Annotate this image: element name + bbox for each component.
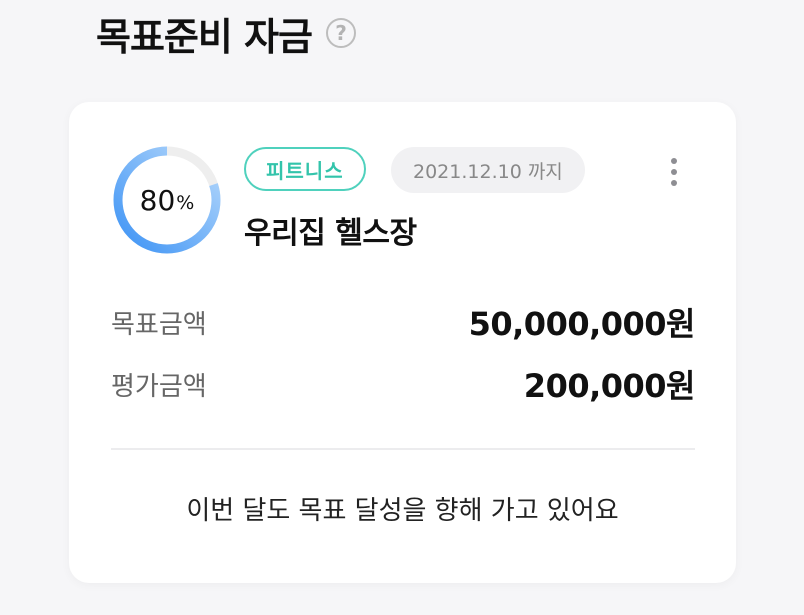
- progress-value: 80: [139, 183, 176, 217]
- encouragement-message: 이번 달도 목표 달성을 향해 가고 있어요: [186, 496, 619, 526]
- section-title: 목표준비 자금: [96, 14, 313, 59]
- help-icon[interactable]: ?: [326, 18, 356, 48]
- goal-name: 우리집 헬스장: [244, 216, 417, 251]
- more-vertical-icon: [671, 158, 677, 164]
- more-vertical-icon: [671, 169, 677, 175]
- progress-percent: 80%: [111, 144, 223, 256]
- category-tag: 피트니스: [244, 147, 366, 191]
- more-options-button[interactable]: [657, 152, 691, 192]
- section-header: 목표준비 자금 ?: [96, 8, 356, 59]
- due-date-badge: 2021.12.10 까지: [391, 147, 585, 193]
- more-vertical-icon: [671, 180, 677, 186]
- target-amount-label: 목표금액: [111, 309, 207, 340]
- target-amount-value: 50,000,000원: [468, 305, 696, 343]
- target-amount-row: 목표금액 50,000,000원: [111, 301, 696, 343]
- valuation-amount-value: 200,000원: [523, 367, 696, 405]
- progress-ring: 80%: [111, 144, 223, 256]
- valuation-amount-label: 평가금액: [111, 371, 207, 402]
- divider: [111, 448, 695, 450]
- progress-unit: %: [176, 192, 195, 214]
- valuation-amount-row: 평가금액 200,000원: [111, 363, 696, 405]
- goal-card[interactable]: 80% 피트니스 2021.12.10 까지 우리집 헬스장 목표금액 50,0…: [69, 102, 736, 583]
